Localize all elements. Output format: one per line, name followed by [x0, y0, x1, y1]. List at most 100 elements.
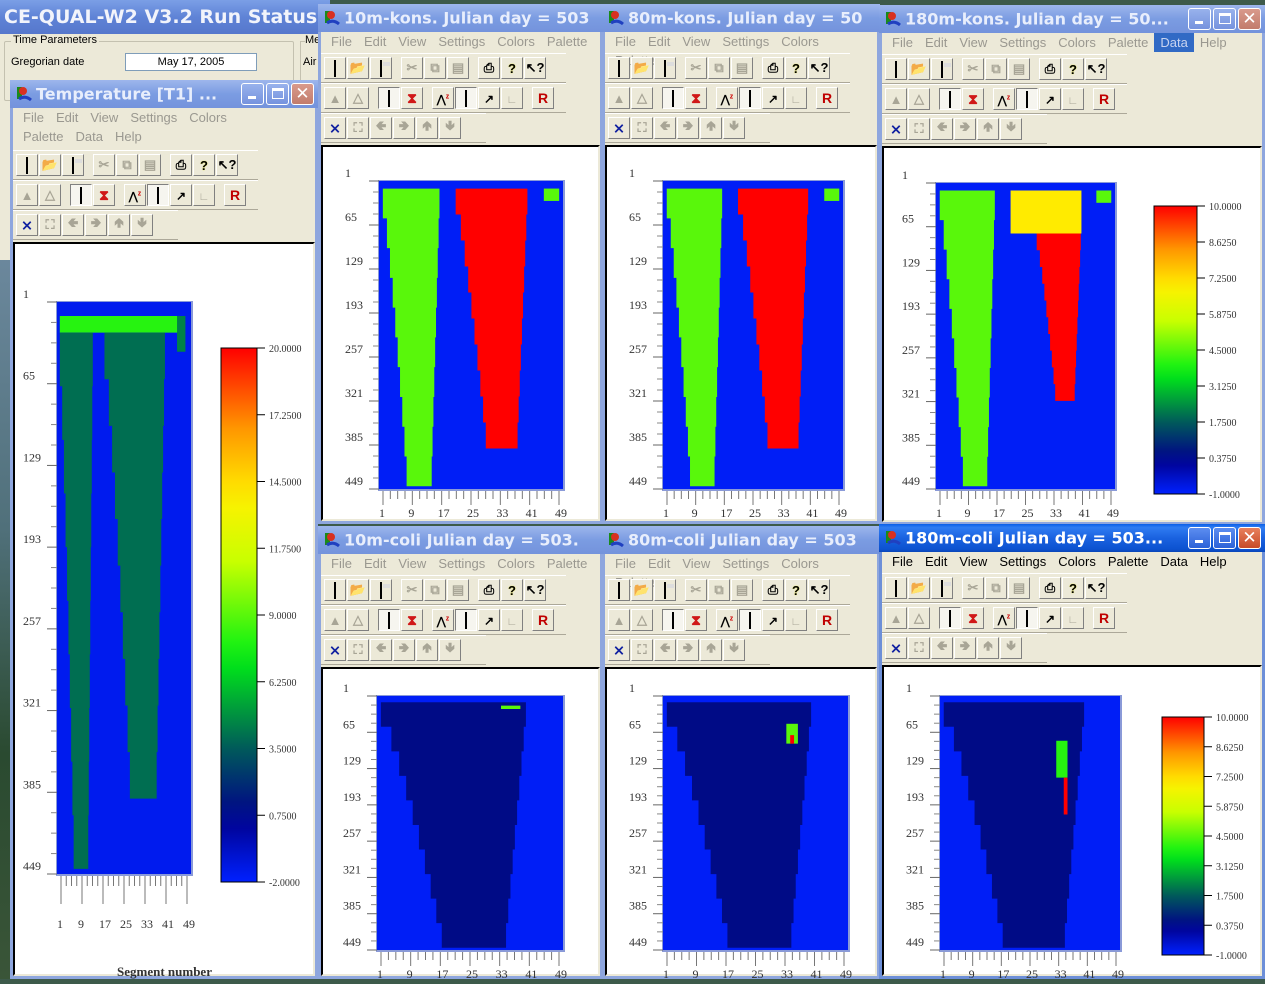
move-up-button[interactable]: ▲ — [885, 88, 907, 110]
line-chart-button[interactable]: ∟ — [193, 184, 215, 206]
arrow-left-button[interactable]: 🢀 — [370, 117, 392, 139]
arrow-left-button[interactable]: 🢀 — [931, 118, 953, 140]
arrow-right-button[interactable]: 🢂 — [677, 117, 699, 139]
axis-arrow-button[interactable]: ↗ — [1039, 607, 1061, 629]
menu-colors[interactable]: Colors — [775, 554, 825, 573]
menu-settings[interactable]: Settings — [432, 554, 491, 573]
title-bar[interactable]: 10m-coli Julian day = 503. — [318, 526, 603, 554]
axes-z-button[interactable]: ⋀z — [716, 609, 738, 631]
line-chart-button[interactable]: ∟ — [785, 609, 807, 631]
arrow-down-button[interactable]: 🢃 — [723, 639, 745, 661]
context-help-button[interactable]: ↖? — [216, 154, 238, 176]
refresh-r-button[interactable]: R — [1093, 88, 1115, 110]
maximize-button[interactable] — [1213, 8, 1236, 30]
menu-file[interactable]: File — [609, 32, 642, 51]
open-button[interactable]: 📂 — [347, 579, 369, 601]
save-button[interactable] — [370, 57, 392, 79]
menu-settings[interactable]: Settings — [716, 554, 775, 573]
arrow-right-button[interactable]: 🢂 — [393, 639, 415, 661]
arrow-down-button[interactable]: 🢃 — [439, 639, 461, 661]
title-bar[interactable]: Temperature [T1] ... ✕ — [10, 80, 318, 108]
context-help-button[interactable]: ↖? — [808, 579, 830, 601]
menu-settings[interactable]: Settings — [124, 108, 183, 127]
arrow-up-button[interactable]: 🢁 — [700, 639, 722, 661]
context-help-button[interactable]: ↖? — [524, 57, 546, 79]
title-bar[interactable]: 10m-kons. Julian day = 503 — [318, 4, 603, 32]
palette-button[interactable] — [939, 607, 961, 629]
menu-file[interactable]: File — [609, 554, 642, 573]
line-chart-button[interactable]: ∟ — [501, 87, 523, 109]
menu-palette[interactable]: Palette — [17, 127, 69, 146]
arrow-right-button[interactable]: 🢂 — [393, 117, 415, 139]
save-button[interactable] — [931, 577, 953, 599]
new-button[interactable] — [324, 579, 346, 601]
move-up-button[interactable]: ▲ — [16, 184, 38, 206]
save-button[interactable] — [654, 579, 676, 601]
menu-colors[interactable]: Colors — [1052, 552, 1102, 571]
new-button[interactable] — [324, 57, 346, 79]
new-button[interactable] — [608, 579, 630, 601]
line-chart-button[interactable]: ∟ — [501, 609, 523, 631]
menu-edit[interactable]: Edit — [50, 108, 84, 127]
copy-button[interactable]: ⧉ — [985, 577, 1007, 599]
grid-colors-button[interactable] — [455, 609, 477, 631]
context-help-button[interactable]: ↖? — [808, 57, 830, 79]
axes-z-button[interactable]: ⋀z — [716, 87, 738, 109]
palette-button[interactable] — [662, 87, 684, 109]
menu-data[interactable]: Data — [1154, 552, 1193, 571]
close-button[interactable]: ✕ — [291, 83, 314, 105]
arrow-right-button[interactable]: 🢂 — [85, 214, 107, 236]
grid-colors-button[interactable] — [1016, 607, 1038, 629]
menu-palette[interactable]: Palette — [541, 32, 593, 51]
print-button[interactable]: ⎙ — [1039, 58, 1061, 80]
move-up-alt-button[interactable]: △ — [631, 87, 653, 109]
zoom-fit-button[interactable]: ⛶ — [631, 117, 653, 139]
context-help-button[interactable]: ↖? — [1085, 577, 1107, 599]
title-bar[interactable]: 80m-kons. Julian day = 50 — [602, 4, 880, 32]
copy-button[interactable]: ⧉ — [985, 58, 1007, 80]
move-up-alt-button[interactable]: △ — [347, 609, 369, 631]
open-button[interactable]: 📂 — [908, 58, 930, 80]
paste-button[interactable]: ▤ — [731, 57, 753, 79]
paste-button[interactable]: ▤ — [731, 579, 753, 601]
line-chart-button[interactable]: ∟ — [785, 87, 807, 109]
print-button[interactable]: ⎙ — [762, 579, 784, 601]
open-button[interactable]: 📂 — [631, 579, 653, 601]
menu-colors[interactable]: Colors — [183, 108, 233, 127]
context-help-button[interactable]: ↖? — [1085, 58, 1107, 80]
move-up-alt-button[interactable]: △ — [347, 87, 369, 109]
menu-palette[interactable]: Palette — [1102, 33, 1154, 52]
minimize-button[interactable] — [241, 83, 264, 105]
help-button[interactable]: ? — [785, 57, 807, 79]
title-bar[interactable]: 80m-coli Julian day = 503 — [602, 526, 880, 554]
hourglass-button[interactable]: ⧗ — [401, 87, 423, 109]
refresh-r-button[interactable]: R — [532, 609, 554, 631]
copy-button[interactable]: ⧉ — [116, 154, 138, 176]
copy-button[interactable]: ⧉ — [708, 57, 730, 79]
arrow-left-button[interactable]: 🢀 — [62, 214, 84, 236]
menu-help[interactable]: Help — [1194, 552, 1233, 571]
arrow-up-button[interactable]: 🢁 — [416, 639, 438, 661]
print-button[interactable]: ⎙ — [478, 579, 500, 601]
paste-button[interactable]: ▤ — [139, 154, 161, 176]
new-button[interactable] — [16, 154, 38, 176]
arrow-down-button[interactable]: 🢃 — [1000, 118, 1022, 140]
cut-button[interactable]: ✂ — [962, 577, 984, 599]
zoom-fit-button[interactable]: ⛶ — [631, 639, 653, 661]
palette-button[interactable] — [378, 87, 400, 109]
menu-file[interactable]: File — [17, 108, 50, 127]
menu-view[interactable]: View — [392, 554, 432, 573]
move-up-alt-button[interactable]: △ — [908, 607, 930, 629]
menu-edit[interactable]: Edit — [919, 33, 953, 52]
zoom-in-button[interactable]: ⨯ — [885, 118, 907, 140]
copy-button[interactable]: ⧉ — [708, 579, 730, 601]
zoom-fit-button[interactable]: ⛶ — [39, 214, 61, 236]
grid-colors-button[interactable] — [455, 87, 477, 109]
arrow-down-button[interactable]: 🢃 — [1000, 637, 1022, 659]
refresh-r-button[interactable]: R — [816, 87, 838, 109]
cut-button[interactable]: ✂ — [401, 579, 423, 601]
menu-edit[interactable]: Edit — [919, 552, 953, 571]
menu-colors[interactable]: Colors — [1052, 33, 1102, 52]
refresh-r-button[interactable]: R — [1093, 607, 1115, 629]
cut-button[interactable]: ✂ — [962, 58, 984, 80]
